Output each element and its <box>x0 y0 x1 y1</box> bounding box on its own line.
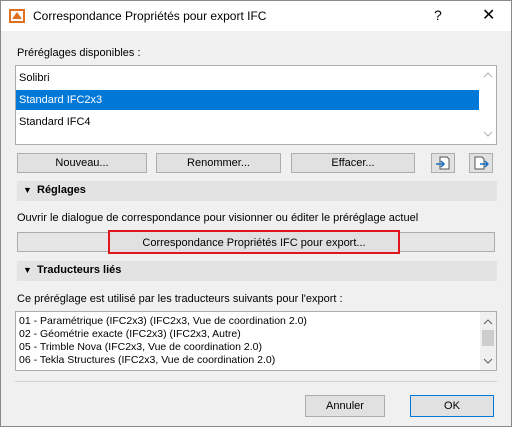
settings-header-label: Réglages <box>37 184 86 196</box>
import-button[interactable] <box>431 153 455 173</box>
translator-item: 02 - Géométrie exacte (IFC2x3) (IFC2x3, … <box>19 328 241 340</box>
new-preset-button[interactable]: Nouveau... <box>17 153 147 173</box>
translators-list[interactable]: 01 - Paramétrique (IFC2x3) (IFC2x3, Vue … <box>15 311 497 371</box>
translator-item: 01 - Paramétrique (IFC2x3) (IFC2x3, Vue … <box>19 315 307 327</box>
translator-item: 06 - Tekla Structures (IFC2x3, Vue de co… <box>19 354 276 366</box>
settings-section-header[interactable]: ▼ Réglages <box>17 181 497 201</box>
scrollbar-arrows-icon <box>483 72 493 137</box>
export-icon <box>474 156 490 170</box>
settings-description: Ouvrir le dialogue de correspondance pou… <box>17 212 419 224</box>
ok-button[interactable]: OK <box>410 395 494 417</box>
help-button[interactable]: ? <box>434 7 442 23</box>
title-bar: Correspondance Propriétés pour export IF… <box>1 1 511 31</box>
window-title: Correspondance Propriétés pour export IF… <box>33 9 267 23</box>
presets-label: Préréglages disponibles : <box>17 47 141 59</box>
close-button[interactable]: ✕ <box>482 5 495 25</box>
export-button[interactable] <box>469 153 493 173</box>
import-icon <box>436 156 450 170</box>
translators-header-label: Traducteurs liés <box>37 264 122 276</box>
translator-item: 05 - Trimble Nova (IFC2x3, Vue de coordi… <box>19 341 262 353</box>
translators-section-header[interactable]: ▼ Traducteurs liés <box>17 261 497 281</box>
rename-preset-button[interactable]: Renommer... <box>156 153 281 173</box>
translators-description: Ce préréglage est utilisé par les traduc… <box>17 293 343 305</box>
presets-scrollbar[interactable] <box>480 66 496 144</box>
property-mapping-button[interactable]: Correspondance Propriétés IFC pour expor… <box>108 230 400 254</box>
delete-preset-button[interactable]: Effacer... <box>291 153 415 173</box>
cancel-button[interactable]: Annuler <box>305 395 385 417</box>
translators-scrollbar[interactable] <box>480 312 496 370</box>
preset-item[interactable]: Solibri <box>16 68 479 88</box>
collapse-triangle-icon: ▼ <box>23 185 32 195</box>
preset-item[interactable]: Standard IFC4 <box>16 112 479 132</box>
scrollbar-arrows-icon <box>482 319 494 364</box>
dialog-window: Correspondance Propriétés pour export IF… <box>0 0 512 427</box>
preset-item-selected[interactable]: Standard IFC2x3 <box>16 90 479 110</box>
footer-divider <box>15 381 497 382</box>
app-icon <box>9 9 25 23</box>
presets-list[interactable]: Solibri Standard IFC2x3 Standard IFC4 <box>15 65 497 145</box>
collapse-triangle-icon: ▼ <box>23 265 32 275</box>
